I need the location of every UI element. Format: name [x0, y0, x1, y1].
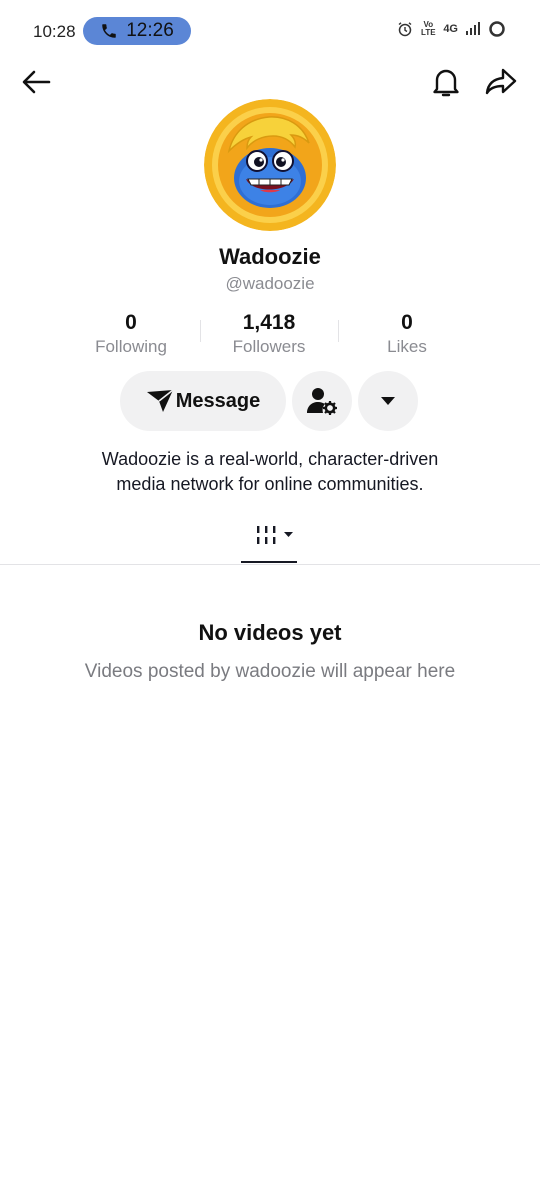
ongoing-call-pill[interactable]: 12:26	[83, 17, 191, 45]
tab-videos[interactable]	[241, 510, 297, 563]
back-arrow-icon	[22, 70, 51, 94]
bio-line: media network for online communities.	[116, 474, 424, 494]
alarm-icon	[398, 22, 412, 37]
status-bar: 10:28 12:26 Vo LTE 4G	[0, 0, 540, 62]
user-gear-icon	[307, 388, 337, 415]
tab-active-indicator	[241, 561, 297, 563]
stat-following[interactable]: 0 Following	[62, 310, 200, 360]
user-settings-button[interactable]	[292, 371, 352, 431]
status-time: 10:28	[33, 22, 76, 41]
battery-ring-icon	[489, 21, 505, 37]
status-icons: Vo LTE 4G	[397, 20, 506, 38]
stat-likes[interactable]: 0 Likes	[338, 310, 476, 360]
stat-label: Following	[95, 337, 167, 356]
network-4g-icon: 4G	[443, 23, 458, 35]
volte-icon: Vo LTE	[421, 20, 436, 37]
bio-line: Wadoozie is a real-world, character-driv…	[101, 449, 439, 469]
message-button-label: Message	[175, 389, 261, 412]
message-button[interactable]: Message	[120, 371, 286, 431]
more-options-button[interactable]	[358, 371, 418, 431]
share-icon	[485, 68, 517, 95]
profile-avatar[interactable]	[204, 99, 336, 231]
profile-stats: 0 Following 1,418 Followers 0 Likes	[62, 310, 478, 360]
send-icon	[146, 389, 174, 412]
back-button[interactable]	[18, 64, 54, 100]
share-button[interactable]	[482, 64, 520, 100]
profile-handle: @wadoozie	[225, 274, 315, 293]
stat-followers[interactable]: 1,418 Followers	[200, 310, 338, 360]
dropdown-caret-icon	[381, 397, 395, 405]
stat-label: Followers	[232, 337, 306, 356]
phone-icon	[102, 24, 116, 38]
notification-button[interactable]	[428, 64, 464, 100]
stat-value: 0	[125, 311, 137, 334]
stat-label: Likes	[387, 337, 427, 356]
profile-bio: Wadoozie is a real-world, character-driv…	[40, 447, 500, 497]
dropdown-caret-icon	[284, 532, 293, 537]
empty-state-subtitle: Videos posted by wadoozie will appear he…	[84, 661, 456, 682]
stat-value: 1,418	[242, 311, 296, 334]
call-timer: 12:26	[126, 20, 174, 41]
profile-name: Wadoozie	[219, 244, 321, 269]
empty-state-title: No videos yet	[198, 620, 342, 645]
monster-mascot-avatar	[204, 99, 336, 231]
videos-grid-icon	[257, 526, 293, 544]
content-tabs	[0, 510, 540, 565]
stat-value: 0	[401, 311, 413, 334]
signal-icon	[466, 22, 480, 35]
bell-icon	[433, 69, 459, 97]
